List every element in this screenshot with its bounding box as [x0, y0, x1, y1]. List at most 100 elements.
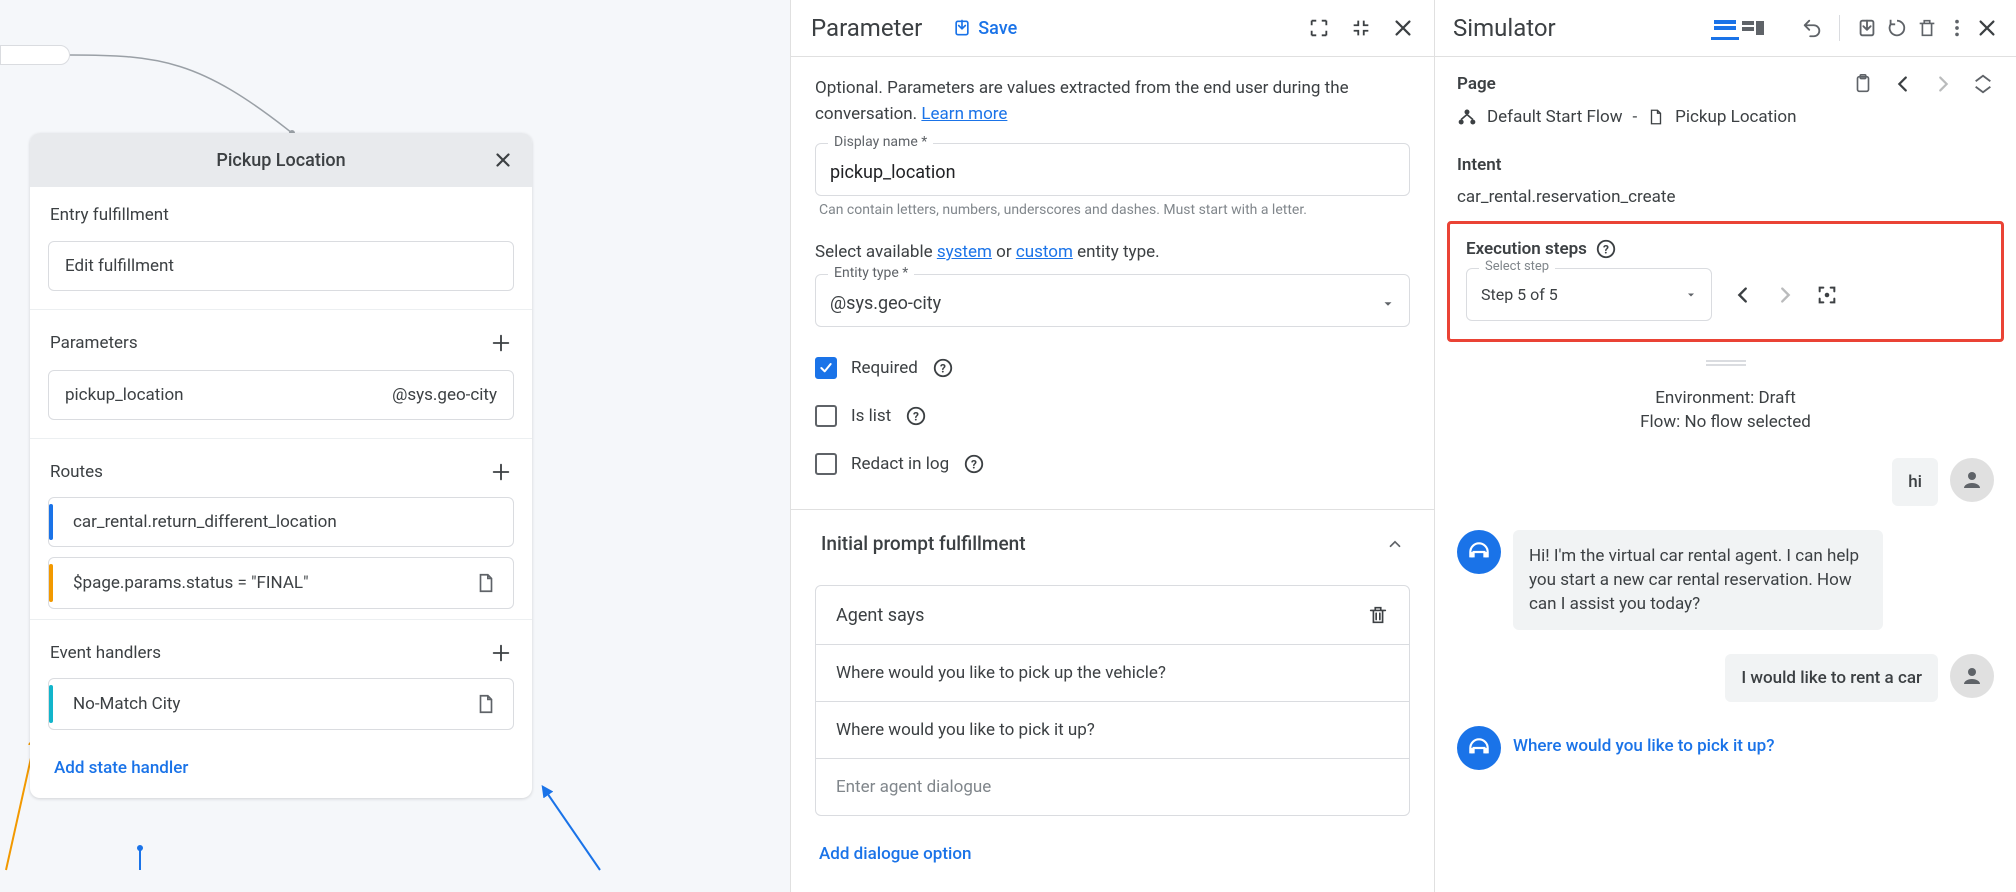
delete-icon[interactable]	[1916, 17, 1938, 39]
clipboard-icon[interactable]	[1852, 73, 1874, 95]
parameter-row-pickup-location[interactable]: pickup_location @sys.geo-city	[48, 370, 514, 420]
collapse-section-icon[interactable]	[1972, 73, 1994, 95]
undo-icon[interactable]	[1801, 17, 1823, 39]
learn-more-link[interactable]: Learn more	[921, 104, 1007, 124]
page-card-title: Pickup Location	[216, 150, 345, 171]
svg-text:?: ?	[913, 410, 919, 424]
add-dialogue-option-button[interactable]: Add dialogue option	[815, 834, 1410, 874]
entity-type-description: Select available system or custom entity…	[815, 242, 1410, 262]
page-label: Page	[1457, 74, 1496, 94]
agent-prompt-item[interactable]: Where would you like to pick up the vehi…	[816, 645, 1409, 702]
page-icon	[475, 693, 497, 715]
help-icon[interactable]: ?	[905, 405, 927, 427]
display-name-hint: Can contain letters, numbers, underscore…	[815, 196, 1410, 218]
agent-avatar-icon	[1457, 726, 1501, 770]
custom-link[interactable]: custom	[1016, 242, 1073, 262]
help-icon[interactable]: ?	[1595, 238, 1617, 260]
agent-says-label: Agent says	[836, 605, 924, 626]
upstream-node[interactable]	[0, 45, 70, 65]
intent-label: Intent	[1457, 155, 1994, 175]
page-icon	[475, 572, 497, 594]
is-list-checkbox[interactable]	[815, 405, 837, 427]
next-page-icon[interactable]	[1932, 73, 1954, 95]
user-avatar-icon	[1950, 458, 1994, 502]
expand-icon[interactable]	[1308, 17, 1330, 39]
parameter-description: Optional. Parameters are values extracte…	[815, 75, 1410, 127]
parameters-header: Parameters	[30, 314, 532, 362]
save-button[interactable]: Save	[952, 18, 1017, 39]
event-handler-item[interactable]: No-Match City	[48, 678, 514, 730]
flow-name: Default Start Flow	[1487, 107, 1622, 127]
simulator-panel: Simulator Page	[1435, 0, 2016, 892]
simulator-title: Simulator	[1453, 14, 1703, 42]
route-item[interactable]: $page.params.status = "FINAL"	[48, 557, 514, 609]
flow-icon	[1457, 107, 1477, 127]
entity-type-select[interactable]: Entity type * @sys.geo-city	[815, 274, 1410, 327]
chat-message-agent: Hi! I'm the virtual car rental agent. I …	[1457, 530, 1994, 630]
chat-message-agent-pending: Where would you like to pick it up?	[1457, 726, 1994, 770]
svg-text:?: ?	[1603, 243, 1609, 257]
flow-canvas[interactable]: Pickup Location Entry fulfillment Edit f…	[0, 0, 790, 892]
reset-icon[interactable]	[1886, 17, 1908, 39]
initial-prompt-fulfillment-header[interactable]: Initial prompt fulfillment	[791, 509, 1434, 577]
parameter-panel-title: Parameter	[811, 14, 922, 42]
close-icon[interactable]	[1976, 17, 1998, 39]
agent-prompt-input[interactable]: Enter agent dialogue	[816, 759, 1409, 815]
focus-step-icon[interactable]	[1816, 284, 1838, 306]
agent-prompt-item[interactable]: Where would you like to pick it up?	[816, 702, 1409, 759]
view-mode-detailed-icon[interactable]	[1739, 16, 1767, 40]
chat-message-user: hi	[1457, 458, 1994, 506]
resize-handle[interactable]	[1706, 360, 1746, 366]
close-icon[interactable]	[1392, 17, 1414, 39]
execution-steps-label: Execution steps	[1466, 239, 1587, 259]
current-page-name: Pickup Location	[1675, 107, 1796, 127]
prev-page-icon[interactable]	[1892, 73, 1914, 95]
chevron-down-icon	[1381, 297, 1395, 311]
flow-state-label: Flow: No flow selected	[1457, 410, 1994, 434]
routes-header: Routes	[30, 443, 532, 491]
svg-text:?: ?	[971, 458, 977, 472]
next-step-button[interactable]	[1774, 284, 1796, 306]
save-conversation-icon[interactable]	[1856, 17, 1878, 39]
help-icon[interactable]: ?	[932, 357, 954, 379]
user-avatar-icon	[1950, 654, 1994, 698]
collapse-icon[interactable]	[1350, 17, 1372, 39]
chat-message-user: I would like to rent a car	[1457, 654, 1994, 702]
more-icon[interactable]	[1946, 17, 1968, 39]
add-event-handler-button[interactable]	[490, 642, 512, 664]
is-list-label: Is list	[851, 406, 891, 426]
system-link[interactable]: system	[937, 242, 992, 262]
help-icon[interactable]: ?	[963, 453, 985, 475]
redact-checkbox[interactable]	[815, 453, 837, 475]
entry-fulfillment-header: Entry fulfillment	[30, 187, 532, 233]
view-mode-simple-icon[interactable]	[1711, 16, 1739, 40]
route-item[interactable]: car_rental.return_different_location	[48, 497, 514, 547]
entity-type-value: @sys.geo-city	[830, 293, 941, 314]
redact-label: Redact in log	[851, 454, 949, 474]
add-parameter-button[interactable]	[490, 332, 512, 354]
execution-steps-section: Execution steps ? Select step Step 5 of …	[1447, 221, 2004, 342]
chevron-up-icon	[1386, 535, 1404, 553]
edit-fulfillment-button[interactable]: Edit fulfillment	[48, 241, 514, 291]
intent-value: car_rental.reservation_create	[1457, 187, 1994, 207]
step-select[interactable]: Select step Step 5 of 5	[1466, 268, 1712, 321]
page-icon	[1647, 108, 1665, 126]
prev-step-button[interactable]	[1732, 284, 1754, 306]
chat-area: Environment: Draft Flow: No flow selecte…	[1435, 378, 2016, 770]
delete-icon[interactable]	[1367, 604, 1389, 626]
required-label: Required	[851, 358, 918, 378]
agent-pending-prompt[interactable]: Where would you like to pick it up?	[1513, 726, 1774, 756]
agent-avatar-icon	[1457, 530, 1501, 574]
display-name-field[interactable]: Display name *	[815, 143, 1410, 196]
display-name-input[interactable]	[816, 144, 1409, 195]
parameter-type: @sys.geo-city	[392, 385, 497, 405]
parameter-panel: Parameter Save Optional. Parameters are …	[790, 0, 1435, 892]
add-route-button[interactable]	[490, 461, 512, 483]
close-icon[interactable]	[490, 147, 516, 173]
required-checkbox[interactable]	[815, 357, 837, 379]
add-state-handler-button[interactable]: Add state handler	[30, 740, 532, 798]
event-handlers-header: Event handlers	[30, 624, 532, 672]
environment-label: Environment: Draft	[1457, 386, 1994, 410]
page-card-pickup-location: Pickup Location Entry fulfillment Edit f…	[30, 133, 532, 798]
svg-text:?: ?	[940, 362, 946, 376]
